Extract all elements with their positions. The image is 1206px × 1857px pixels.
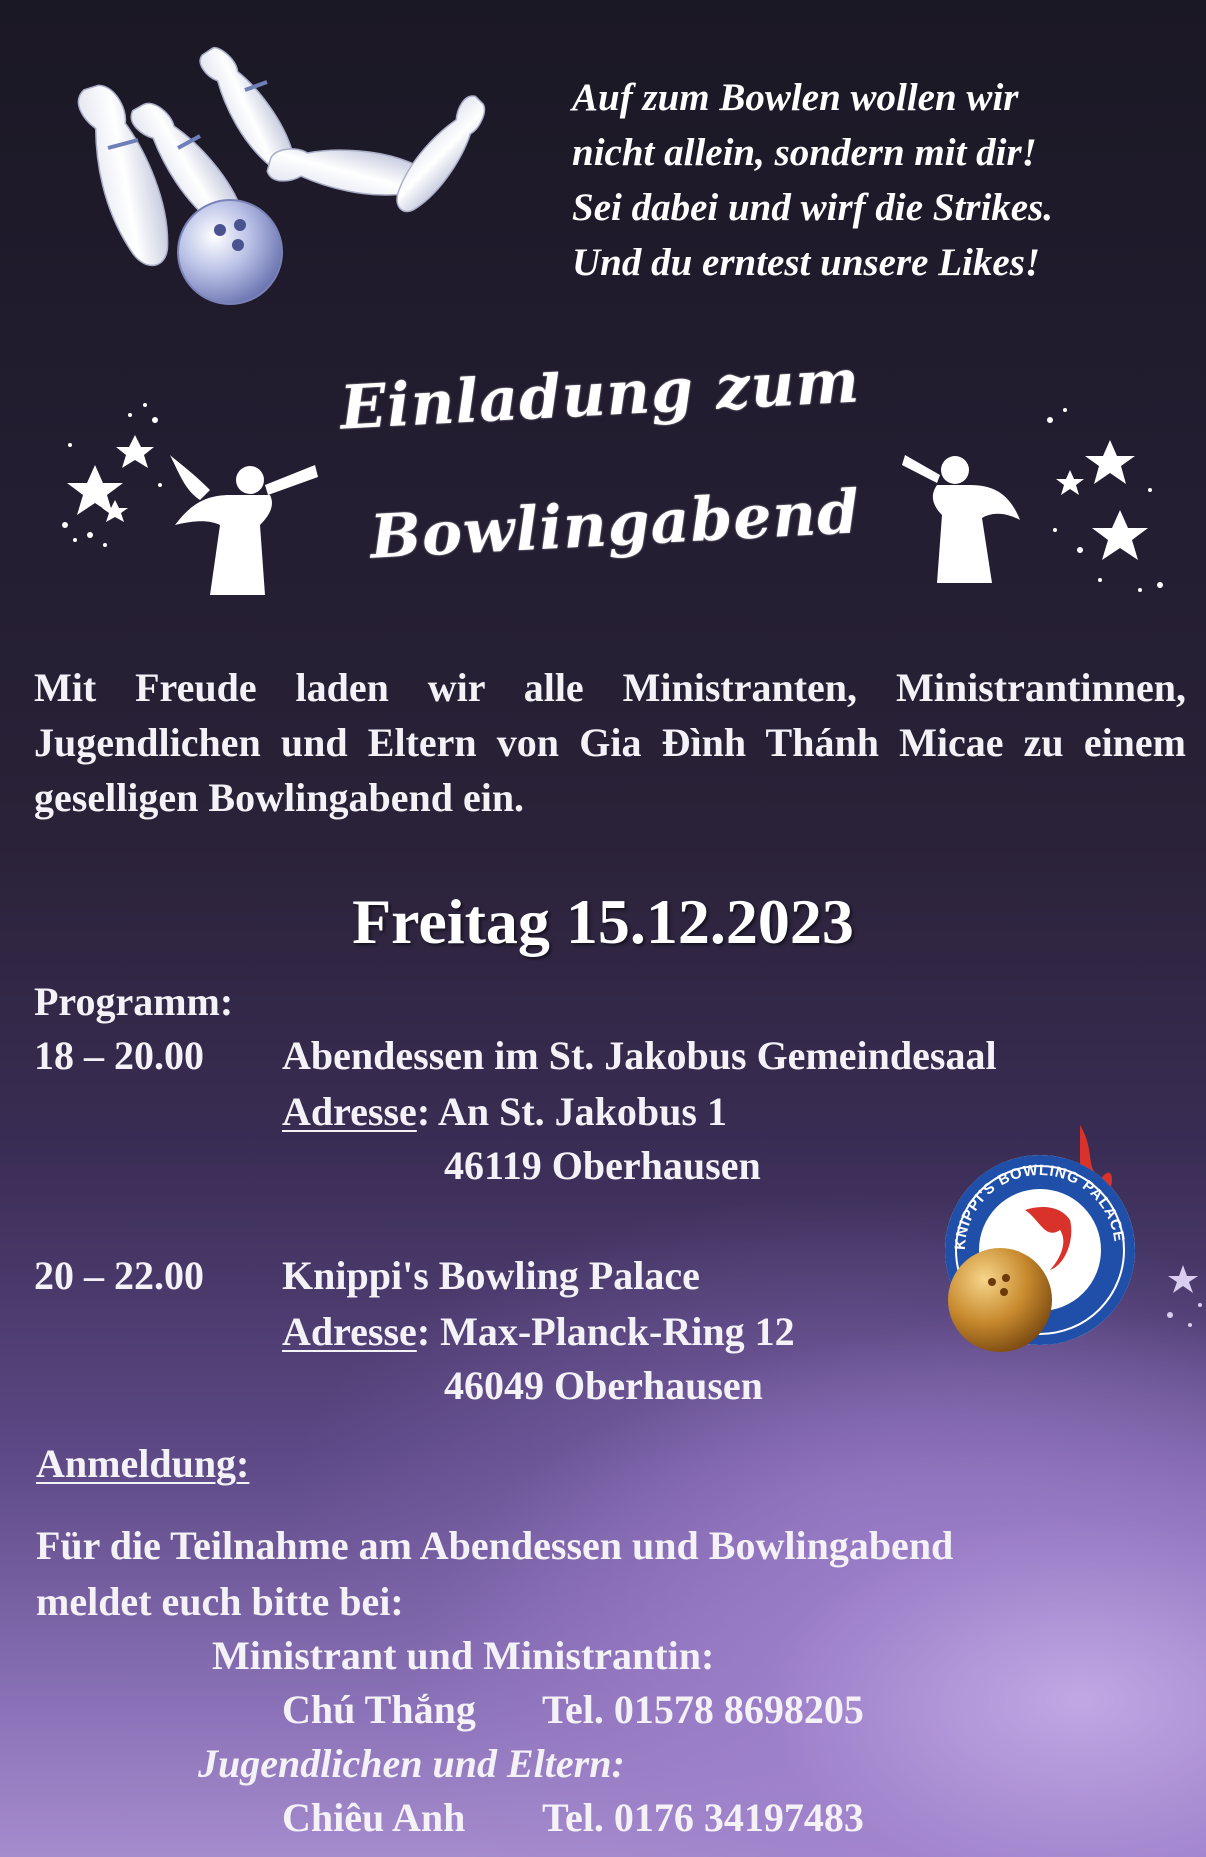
poem-line: Auf zum Bowlen wollen wir [572, 76, 1019, 119]
angel-trumpet-icon [902, 455, 1020, 583]
contact-phone: Tel. 01578 8698205 [542, 1687, 864, 1732]
program-title: Knippi's Bowling Palace [282, 1253, 700, 1298]
intro-paragraph: Mit Freude laden wir alle Ministranten, … [34, 665, 1186, 820]
poem-line: Und du erntest unsere Likes! [572, 241, 1041, 284]
registration-heading: Anmeldung: [36, 1440, 249, 1487]
program-time: 18 – 20.00 [34, 1033, 204, 1078]
address-city: 46049 Oberhausen [444, 1363, 763, 1408]
poem-line: Sei dabei und wirf die Strikes. [572, 186, 1054, 229]
registration-text-line: Für die Teilnahme am Abendessen und Bowl… [36, 1523, 954, 1568]
contact-name: Chú Thắng [282, 1687, 476, 1732]
program-time: 20 – 22.00 [34, 1253, 204, 1298]
contact-phone: Tel. 0176 34197483 [542, 1795, 864, 1840]
angel-trumpet-icon [170, 455, 318, 595]
address-label: Adresse [282, 1309, 417, 1354]
address-line: An St. Jakobus 1 [437, 1089, 727, 1134]
contact-name: Chiêu Anh [282, 1795, 466, 1840]
program-address: Adresse: An St. Jakobus 1 [282, 1089, 727, 1134]
stars-icon [62, 403, 162, 547]
registration-heading-text: Anmeldung: [36, 1441, 250, 1486]
poem-line: nicht allein, sondern mit dir! [572, 131, 1037, 174]
title-line-2: Bowlingabend [368, 477, 862, 573]
address-label: Adresse [282, 1089, 417, 1134]
program-title: Abendessen im St. Jakobus Gemeindesaal [282, 1033, 997, 1078]
program-address: Adresse: Max-Planck-Ring 12 [282, 1309, 795, 1354]
contact-group: Jugendlichen und Eltern: [198, 1741, 625, 1786]
bowling-pins-icon [77, 46, 486, 305]
title-line-1: Einladung zum [338, 346, 862, 444]
bowling-palace-logo: KNIPPI'S BOWLING PALACE [945, 1125, 1135, 1352]
stars-icon [1047, 408, 1163, 592]
registration-text-line: meldet euch bitte bei: [36, 1579, 404, 1624]
address-city: 46119 Oberhausen [444, 1143, 761, 1188]
stars-icon [1167, 1265, 1202, 1327]
poem: Auf zum Bowlen wollen wir nicht allein, … [572, 70, 1192, 290]
program-heading: Programm: [34, 979, 234, 1024]
address-line: Max-Planck-Ring 12 [440, 1309, 795, 1354]
contact-group: Ministrant und Ministrantin: [212, 1633, 715, 1678]
event-date: Freitag 15.12.2023 [352, 886, 854, 957]
